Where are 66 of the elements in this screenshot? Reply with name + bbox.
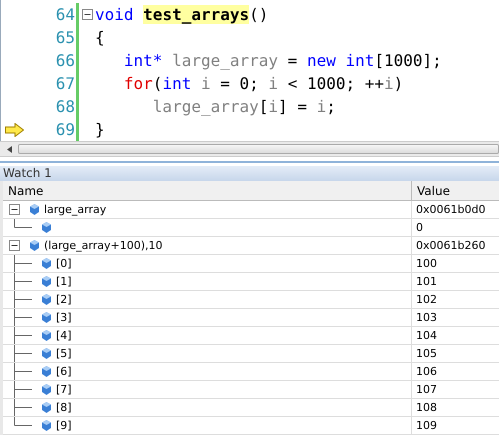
code-line: for(int i = 0; i < 1000; ++i): [122, 74, 404, 93]
variable-icon: [42, 402, 51, 414]
variable-icon: [42, 258, 51, 270]
value-cell-text: 0x0061b260: [415, 239, 486, 252]
line-number: 64: [54, 5, 75, 24]
variable-icon: [42, 420, 51, 432]
variable-name: [8]: [56, 401, 72, 414]
variable-name: [2]: [56, 293, 72, 306]
code-line: int* large_array = new int[1000];: [122, 51, 442, 70]
line-number: 68: [54, 97, 75, 116]
tree-connector: [14, 309, 32, 326]
tree-connector: [14, 345, 32, 362]
collapse-toggle[interactable]: [9, 240, 20, 252]
variable-icon: [42, 222, 51, 234]
value-cell-text: 0x0061b0d0: [415, 203, 486, 216]
code-line: large_array[i] = i;: [152, 97, 336, 116]
value-cell-text: 103: [415, 311, 438, 324]
variable-name: [1]: [56, 275, 72, 288]
variable-icon: [30, 240, 39, 252]
value-cell-text: 105: [415, 347, 438, 360]
variable-name: [3]: [56, 311, 72, 324]
tree-connector: [14, 363, 32, 380]
variable-name: large_array: [44, 203, 106, 216]
line-number: 66: [54, 51, 75, 70]
variable-name: [0]: [56, 257, 72, 270]
variable-name: [4]: [56, 329, 72, 342]
collapse-toggle[interactable]: [9, 204, 20, 216]
tree-connector: [14, 327, 32, 344]
value-cell-text: 0: [415, 221, 424, 234]
panel-title: Watch 1: [0, 166, 499, 182]
line-number: 69: [54, 120, 75, 139]
code-line: {: [95, 28, 105, 47]
value-cell-text: 100: [415, 257, 438, 270]
tree-connector: [14, 219, 32, 228]
variable-name: [5]: [56, 347, 72, 360]
variable-name: [6]: [56, 365, 72, 378]
variable-icon: [42, 366, 51, 378]
line-number: 67: [54, 74, 75, 93]
value-cell-text: 104: [415, 329, 438, 342]
left-arrow-icon: [6, 146, 12, 153]
value-cell-text: 106: [415, 365, 438, 378]
variable-icon: [42, 294, 51, 306]
variable-name: [7]: [56, 383, 72, 396]
code-line: }: [95, 120, 105, 139]
variable-icon: [42, 348, 51, 360]
variable-icon: [42, 384, 51, 396]
variable-icon: [42, 312, 51, 324]
value-cell-text: 109: [415, 419, 438, 432]
variable-icon: [30, 204, 39, 216]
variable-name: [9]: [56, 419, 72, 432]
variable-icon: [42, 276, 51, 288]
value-cell-text: 107: [415, 383, 438, 396]
tree-connector: [14, 273, 32, 290]
tree-connector: [14, 291, 32, 308]
tree-connector: [14, 255, 32, 272]
line-number: 65: [54, 28, 75, 47]
value-cell-text: 101: [415, 275, 438, 288]
horizontal-scrollbar[interactable]: [0, 141, 499, 158]
variable-icon: [42, 330, 51, 342]
value-cell-text: 108: [415, 401, 438, 414]
variable-name: (large_array+100),10: [44, 239, 163, 252]
value-cell-text: 102: [415, 293, 438, 306]
column-header[interactable]: Value: [412, 181, 499, 200]
tree-connector: [14, 381, 32, 398]
column-header[interactable]: Name: [3, 181, 412, 200]
collapse-toggle[interactable]: [82, 9, 92, 20]
